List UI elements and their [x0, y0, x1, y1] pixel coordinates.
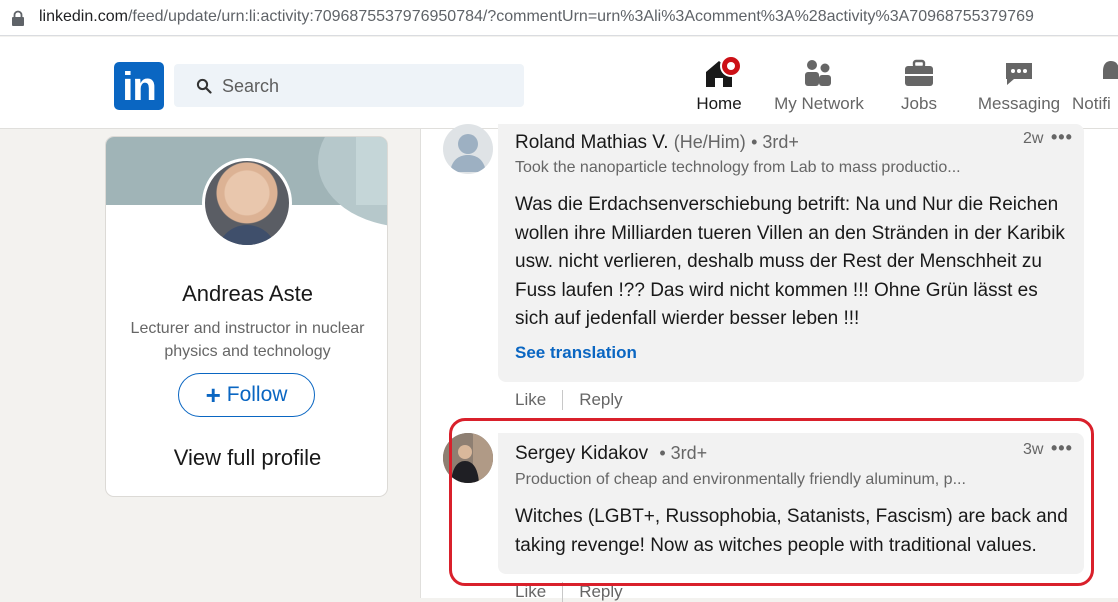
browser-address-bar[interactable]: linkedin.com/feed/update/urn:li:activity…	[0, 0, 1118, 36]
nav-notifications[interactable]: Notifi	[1069, 52, 1118, 129]
comment-author[interactable]: Roland Mathias V. (He/Him) • 3rd+	[515, 132, 799, 154]
network-icon	[805, 60, 831, 86]
nav-my-network[interactable]: My Network	[769, 52, 869, 129]
nav-messaging-label: Messaging	[977, 94, 1061, 113]
avatar-shirt	[217, 225, 277, 245]
like-button[interactable]: Like	[515, 390, 546, 410]
profile-card: Andreas Aste Lecturer and instructor in …	[105, 136, 388, 497]
search-box[interactable]	[174, 64, 524, 107]
nav-notifications-label: Notifi	[1072, 94, 1111, 113]
lock-icon	[12, 10, 24, 26]
follow-label: Follow	[226, 383, 288, 406]
comment-timestamp: 2w	[1023, 130, 1044, 147]
comment-avatar[interactable]	[443, 124, 493, 174]
nav-jobs-label: Jobs	[901, 94, 937, 113]
profile-avatar[interactable]	[202, 158, 292, 248]
briefcase-icon	[905, 59, 933, 86]
search-icon	[196, 78, 212, 94]
nav-home-label: Home	[696, 94, 742, 113]
url-text[interactable]: linkedin.com/feed/update/urn:li:activity…	[39, 8, 1034, 26]
url-path: /feed/update/urn:li:activity:70968755379…	[127, 8, 1034, 25]
comment-author-name: Roland Mathias V.	[515, 132, 669, 153]
profile-name[interactable]: Andreas Aste	[106, 281, 387, 307]
reply-button[interactable]: Reply	[579, 390, 622, 410]
comment-author-headline: Took the nanoparticle technology from La…	[515, 159, 961, 176]
see-translation-link[interactable]: See translation	[515, 343, 637, 363]
action-divider	[562, 390, 564, 410]
linkedin-logo[interactable]: in	[114, 62, 164, 110]
bell-icon	[1103, 61, 1118, 79]
default-person-icon	[450, 134, 486, 172]
nav-jobs[interactable]: Jobs	[869, 52, 969, 129]
comment-actions: Like Reply	[515, 390, 623, 410]
nav-my-network-label: My Network	[774, 94, 864, 113]
nav-home[interactable]: Home	[669, 52, 769, 130]
search-input[interactable]	[222, 72, 512, 100]
profile-headline: Lecturer and instructor in nuclear physi…	[130, 320, 365, 360]
comment-text: Was die Erdachsenverschiebung betrift: N…	[515, 194, 1065, 329]
view-full-profile-link[interactable]: View full profile	[106, 445, 387, 471]
notification-badge	[720, 55, 742, 77]
comment-author-pronouns: (He/Him)	[673, 132, 746, 152]
url-host: linkedin.com	[39, 8, 128, 25]
more-options-icon[interactable]: •••	[1051, 127, 1073, 148]
nav-messaging[interactable]: Messaging	[969, 52, 1069, 129]
connection-degree: • 3rd+	[751, 132, 799, 152]
banner-shape-right	[356, 137, 387, 205]
messaging-icon	[1006, 63, 1032, 85]
plus-icon: +	[205, 380, 221, 410]
highlight-annotation	[449, 418, 1094, 586]
follow-button[interactable]: + Follow	[178, 373, 315, 417]
